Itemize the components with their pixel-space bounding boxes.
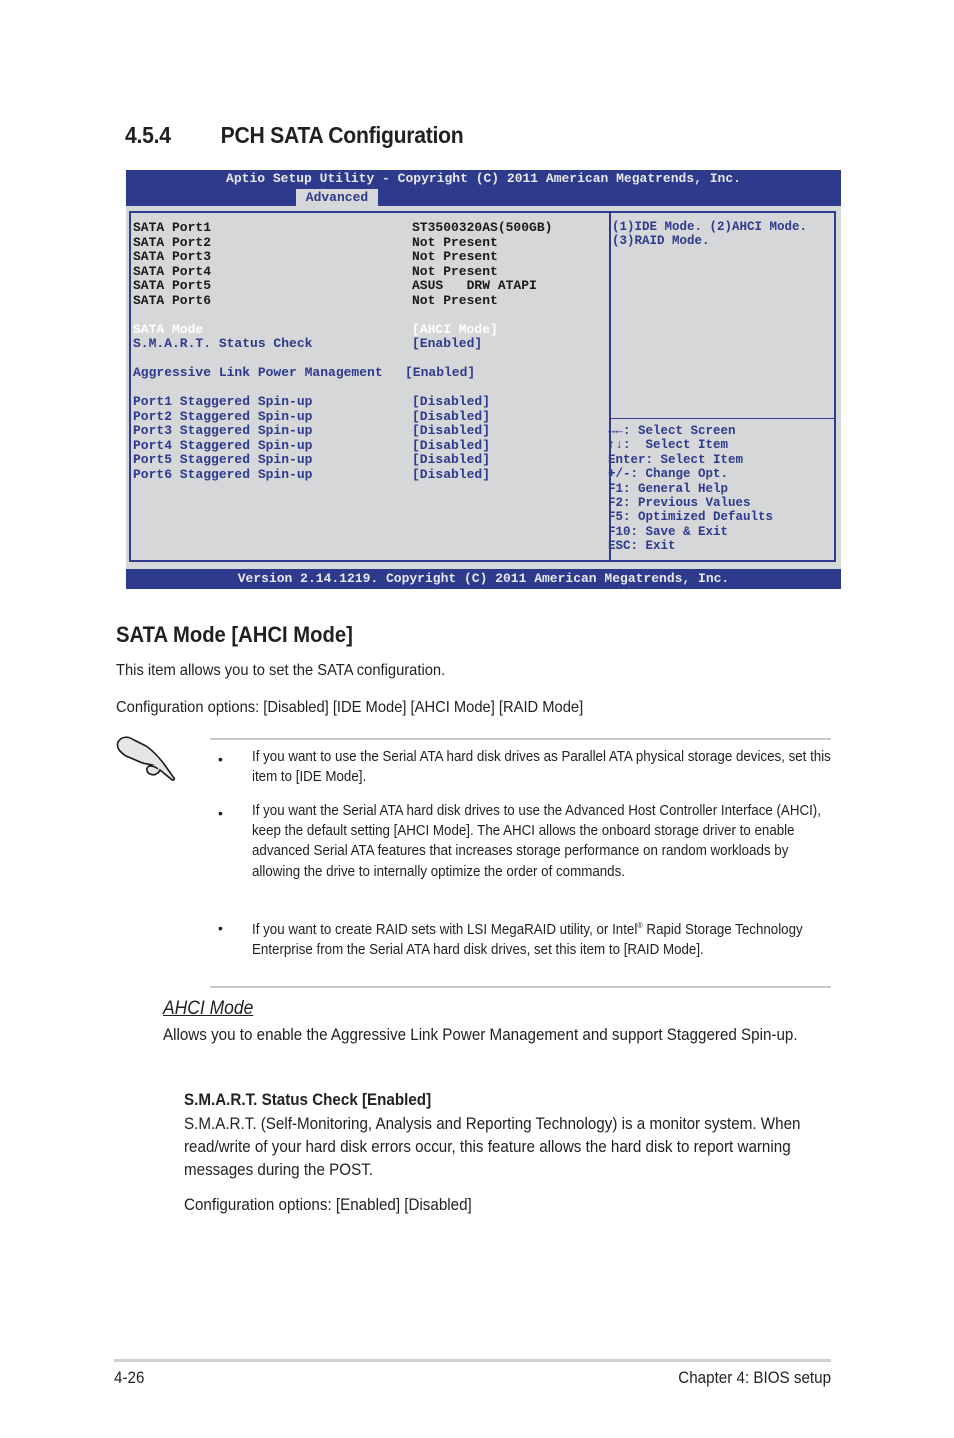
setting-label: Port2 Staggered Spin-up <box>133 408 313 424</box>
note-bullet-ide: If you want to use the Serial ATA hard d… <box>252 749 831 786</box>
setting-value[interactable]: [Disabled] <box>412 453 490 467</box>
setting-label: Port1 Staggered Spin-up <box>133 394 313 409</box>
setting-label: S.M.A.R.T. Status Check <box>133 336 313 351</box>
page-number: 4-26 <box>114 1369 145 1387</box>
key-hint: Enter: Select Item <box>608 452 744 467</box>
bios-header: Aptio Setup Utility - Copyright (C) 2011… <box>126 170 841 206</box>
port-value: ST3500320AS(500GB) <box>412 220 553 235</box>
port-label: SATA Port2 <box>133 234 212 250</box>
note-bottom-rule <box>210 986 831 988</box>
key-hint: F2: Previous Values <box>608 495 751 510</box>
setting-label: Port5 Staggered Spin-up <box>133 452 313 467</box>
key-hint: F1: General Help <box>608 481 729 496</box>
smart-title: S.M.A.R.T. Status Check [Enabled] <box>184 1091 432 1109</box>
key-hint: ↑↓: Select Item <box>608 438 729 453</box>
setting-value[interactable]: [Disabled] <box>412 438 490 453</box>
port-value: Not Present <box>412 234 498 250</box>
smart-options: Configuration options: [Enabled] [Disabl… <box>184 1196 472 1214</box>
sata-mode-intro: This item allows you to set the SATA con… <box>116 662 446 679</box>
port-label: SATA Port3 <box>133 249 212 264</box>
ahci-mode-text: Allows you to enable the Aggressive Link… <box>163 1026 798 1044</box>
key-hint: ESC: Exit <box>608 539 676 554</box>
setting-value[interactable]: [Disabled] <box>412 424 490 438</box>
ahci-mode-title: AHCI Mode <box>163 998 254 1019</box>
note-bullet-raid: If you want to create RAID sets with LSI… <box>252 916 832 960</box>
setting-label: SATA Mode <box>133 321 204 337</box>
key-hint: +/-: Change Opt. <box>608 467 729 482</box>
help-line: (3)RAID Mode. <box>612 234 710 248</box>
setting-value[interactable]: [Enabled] <box>405 366 475 380</box>
bullet-dot: • <box>218 751 223 767</box>
section-number: 4.5.4 <box>125 122 171 148</box>
note-bullet-ahci: If you want the Serial ATA hard disk dri… <box>252 803 821 880</box>
setting-label: Port3 Staggered Spin-up <box>133 423 313 438</box>
port-value: Not Present <box>412 249 498 264</box>
bios-title: Aptio Setup Utility - Copyright (C) 2011… <box>226 171 741 186</box>
registered-mark: ® <box>637 921 643 930</box>
port-value: Not Present <box>412 263 498 279</box>
pointing-hand-icon <box>116 736 176 781</box>
setting-value[interactable]: [Disabled] <box>412 409 490 424</box>
note-text-part: If you want to create RAID sets with LSI… <box>252 921 638 938</box>
help-line: (1)IDE Mode. (2)AHCI Mode. <box>612 220 808 234</box>
key-hint: F10: Save & Exit <box>608 524 729 539</box>
smart-text: S.M.A.R.T. (Self-Monitoring, Analysis an… <box>184 1115 801 1179</box>
key-hint: →←: Select Screen <box>608 424 736 438</box>
setting-value[interactable]: [Disabled] <box>412 395 490 409</box>
setting-label: Port4 Staggered Spin-up <box>133 437 313 453</box>
key-hint: F5: Optimized Defaults <box>608 510 774 525</box>
port-label: SATA Port4 <box>133 263 212 279</box>
sata-mode-heading: SATA Mode [AHCI Mode] <box>116 622 353 647</box>
footer-rule <box>114 1359 831 1362</box>
port-value: Not Present <box>412 292 498 308</box>
bullet-dot: • <box>218 920 223 936</box>
port-label: SATA Port5 <box>133 278 212 293</box>
setting-value[interactable]: [AHCI Mode] <box>412 322 498 337</box>
help-divider <box>611 418 834 419</box>
chapter-label: Chapter 4: BIOS setup <box>678 1369 831 1387</box>
sata-mode-options: Configuration options: [Disabled] [IDE M… <box>116 699 584 716</box>
key-legend: →←: Select Screen ↑↓: Select Item Enter:… <box>608 424 773 554</box>
bios-footer: Version 2.14.1219. Copyright (C) 2011 Am… <box>126 569 841 589</box>
port-label: SATA Port1 <box>133 220 212 235</box>
setting-label: Aggressive Link Power Management <box>133 365 383 380</box>
section-title: PCH SATA Configuration <box>220 122 464 148</box>
note-top-rule <box>210 738 831 740</box>
help-text: (1)IDE Mode. (2)AHCI Mode. (3)RAID Mode. <box>612 220 807 248</box>
bullet-dot: • <box>218 805 223 821</box>
port-value: ASUS DRW ATAPI <box>412 278 537 293</box>
section-heading: 4.5.4 PCH SATA Configuration <box>125 122 464 149</box>
setting-value[interactable]: [Disabled] <box>412 467 490 482</box>
setting-value[interactable]: [Enabled] <box>412 337 482 351</box>
tab-advanced[interactable]: Advanced <box>296 189 378 206</box>
port-label: SATA Port6 <box>133 292 212 308</box>
bios-screenshot: Aptio Setup Utility - Copyright (C) 2011… <box>126 170 841 589</box>
setting-label: Port6 Staggered Spin-up <box>133 466 313 482</box>
